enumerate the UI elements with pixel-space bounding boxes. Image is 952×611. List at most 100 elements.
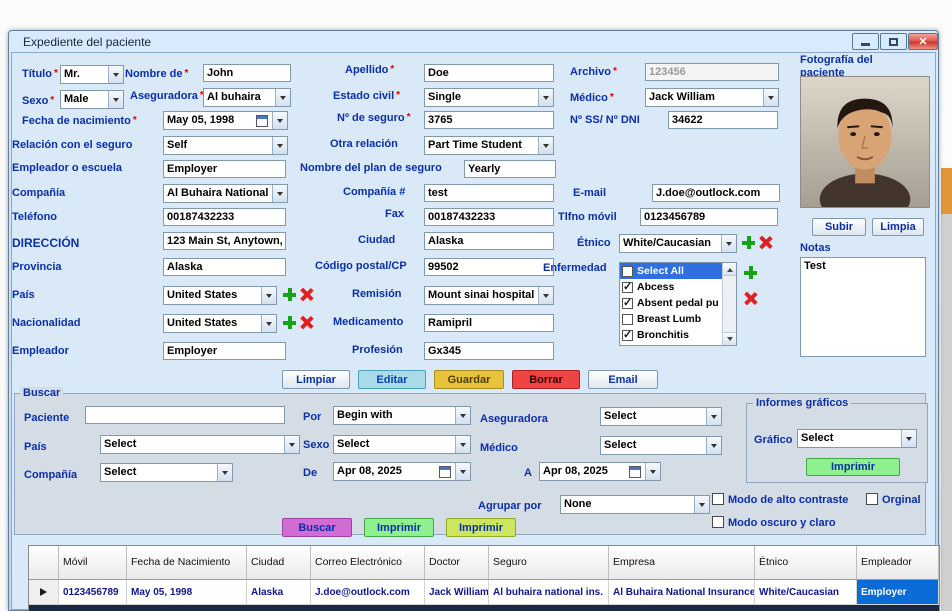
subir-button[interactable]: Subir: [812, 218, 866, 236]
editar-button[interactable]: Editar: [358, 370, 426, 389]
apellido-input[interactable]: [424, 64, 554, 82]
profesion-input[interactable]: [424, 342, 554, 360]
grid-header-ciudad[interactable]: Ciudad: [247, 546, 311, 580]
chevron-down-icon[interactable]: [272, 137, 287, 154]
limpiar-button[interactable]: Limpiar: [282, 370, 350, 389]
pais-select[interactable]: United States: [163, 286, 277, 305]
email-input[interactable]: [652, 184, 780, 202]
disease-checkbox-icon[interactable]: [622, 298, 633, 309]
grid-header-empleador[interactable]: Empleador: [857, 546, 939, 580]
grid-header-seguro[interactable]: Seguro: [489, 546, 609, 580]
grid-cell-empresa[interactable]: Al Buhaira National Insurance: [609, 580, 755, 605]
imprimir-alt-button[interactable]: Imprimir: [446, 518, 516, 537]
etnico-add-icon[interactable]: [742, 236, 755, 249]
etnico-select[interactable]: White/Caucasian: [619, 234, 737, 253]
disease-item[interactable]: Breast Lumb: [620, 311, 722, 327]
disease-item[interactable]: Bronchitis: [620, 327, 722, 343]
otra-relacion-select[interactable]: Part Time Student: [424, 136, 554, 155]
search-sexo-select[interactable]: Select: [333, 435, 471, 454]
chevron-down-icon[interactable]: [275, 89, 290, 106]
grid-row-selector[interactable]: [29, 580, 59, 605]
relacion-seguro-select[interactable]: Self: [163, 136, 288, 155]
grid-header-correo[interactable]: Correo Electrónico: [311, 546, 425, 580]
sexo-select[interactable]: Male: [60, 90, 124, 109]
search-pais-select[interactable]: Select: [100, 435, 300, 454]
telefono-input[interactable]: [163, 208, 286, 226]
chevron-down-icon[interactable]: [706, 408, 721, 425]
chevron-down-icon[interactable]: [455, 407, 470, 424]
chevron-down-icon[interactable]: [217, 464, 232, 481]
empleador-input[interactable]: [163, 342, 286, 360]
grid-header-empresa[interactable]: Empresa: [609, 546, 755, 580]
pais-add-icon[interactable]: [283, 288, 296, 301]
disease-item[interactable]: Abcess: [620, 279, 722, 295]
imprimir-button[interactable]: Imprimir: [364, 518, 434, 537]
grid-cell-correo[interactable]: J.doe@outlock.com: [311, 580, 425, 605]
nacionalidad-delete-icon[interactable]: [300, 316, 313, 329]
high-contrast-checkbox[interactable]: [712, 493, 724, 505]
enfermedad-scrollbar[interactable]: [722, 263, 736, 345]
minimize-button[interactable]: [852, 33, 879, 50]
empleador-escuela-input[interactable]: [163, 160, 286, 178]
search-medico-select[interactable]: Select: [600, 436, 722, 455]
search-a-datepicker[interactable]: Apr 08, 2025: [539, 462, 661, 481]
compania-num-input[interactable]: [424, 184, 554, 202]
disease-checkbox-icon[interactable]: [622, 266, 633, 277]
titulo-select[interactable]: Mr.: [60, 65, 124, 84]
grid-cell-doctor[interactable]: Jack William: [425, 580, 489, 605]
enfermedad-listbox[interactable]: Select AllAbcessAbsent pedal puBreast Lu…: [619, 262, 737, 346]
etnico-delete-icon[interactable]: [759, 236, 772, 249]
compania-select[interactable]: Al Buhaira National: [163, 184, 288, 203]
chevron-down-icon[interactable]: [108, 91, 123, 108]
direccion-input[interactable]: [163, 232, 286, 250]
enfermedad-delete-icon[interactable]: [744, 292, 757, 305]
search-aseguradora-select[interactable]: Select: [600, 407, 722, 426]
guardar-button[interactable]: Guardar: [434, 370, 504, 389]
provincia-input[interactable]: [163, 258, 286, 276]
nombre-plan-input[interactable]: [464, 160, 556, 178]
grafico-select[interactable]: Select: [797, 429, 917, 448]
nacionalidad-add-icon[interactable]: [283, 316, 296, 329]
movil-input[interactable]: [640, 208, 778, 226]
nombre-input[interactable]: [203, 64, 291, 82]
search-compania-select[interactable]: Select: [100, 463, 233, 482]
borrar-button[interactable]: Borrar: [512, 370, 580, 389]
grid-cell-fecha[interactable]: May 05, 1998: [127, 580, 247, 605]
search-por-select[interactable]: Begin with: [333, 406, 471, 425]
grid-header-movil[interactable]: Móvil: [59, 546, 127, 580]
chevron-down-icon[interactable]: [706, 437, 721, 454]
chevron-down-icon[interactable]: [645, 463, 660, 480]
grid-header-doctor[interactable]: Doctor: [425, 546, 489, 580]
chevron-down-icon[interactable]: [901, 430, 916, 447]
chevron-down-icon[interactable]: [538, 89, 553, 106]
chevron-down-icon[interactable]: [261, 315, 276, 332]
enfermedad-add-icon[interactable]: [744, 266, 757, 279]
search-de-datepicker[interactable]: Apr 08, 2025: [333, 462, 471, 481]
disease-item[interactable]: Select All: [620, 263, 722, 279]
medico-select[interactable]: Jack William: [645, 88, 779, 107]
grid-cell-seguro[interactable]: Al buhaira national ins.: [489, 580, 609, 605]
fecha-nacimiento-datepicker[interactable]: May 05, 1998: [163, 111, 288, 130]
chevron-down-icon[interactable]: [455, 436, 470, 453]
num-seguro-input[interactable]: [424, 111, 554, 129]
disease-item[interactable]: Absent pedal pu: [620, 295, 722, 311]
grid-cell-etnico[interactable]: White/Caucasian: [755, 580, 857, 605]
chevron-down-icon[interactable]: [272, 185, 287, 202]
num-ss-dni-input[interactable]: [668, 111, 778, 129]
chevron-down-icon[interactable]: [272, 112, 287, 129]
close-button[interactable]: [908, 33, 938, 50]
estado-civil-select[interactable]: Single: [424, 88, 554, 107]
informes-imprimir-button[interactable]: Imprimir: [806, 458, 900, 476]
disease-checkbox-icon[interactable]: [622, 314, 633, 325]
chevron-down-icon[interactable]: [538, 137, 553, 154]
grid-cell-ciudad[interactable]: Alaska: [247, 580, 311, 605]
grid-header-selector[interactable]: [29, 546, 59, 580]
chevron-down-icon[interactable]: [108, 66, 123, 83]
buscar-button[interactable]: Buscar: [282, 518, 352, 537]
chevron-down-icon[interactable]: [284, 436, 299, 453]
email-button[interactable]: Email: [588, 370, 658, 389]
titlebar[interactable]: Expediente del paciente: [9, 31, 938, 52]
notas-textarea[interactable]: Test: [800, 257, 926, 357]
disease-checkbox-icon[interactable]: [622, 330, 633, 341]
chevron-down-icon[interactable]: [694, 496, 709, 513]
